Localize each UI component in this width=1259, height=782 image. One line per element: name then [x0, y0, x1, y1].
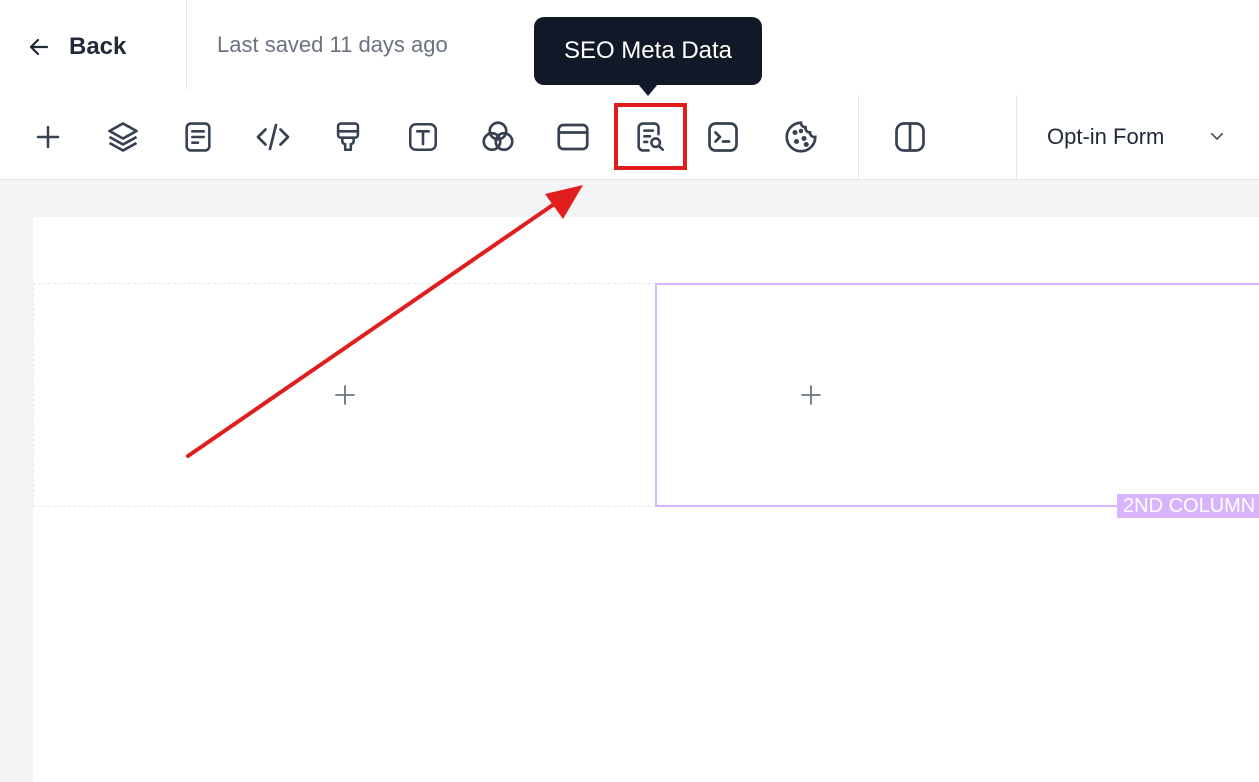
plus-icon[interactable] — [333, 383, 357, 407]
code-icon — [255, 119, 291, 155]
cookies-button[interactable] — [773, 109, 829, 165]
terminal-icon — [705, 119, 741, 155]
scripts-button[interactable] — [695, 109, 751, 165]
page-settings-button[interactable] — [170, 109, 226, 165]
color-circles-icon — [480, 119, 516, 155]
toolbar-divider — [858, 95, 859, 180]
back-label: Back — [69, 33, 127, 60]
header-divider — [186, 0, 187, 90]
layout-button[interactable] — [545, 109, 601, 165]
arrow-left-icon — [27, 35, 51, 59]
chevron-down-icon — [1208, 127, 1226, 150]
last-saved-status: Last saved 11 days ago — [217, 32, 448, 57]
column-1[interactable] — [33, 283, 656, 507]
window-icon — [555, 119, 591, 155]
text-icon — [406, 120, 440, 154]
column-2[interactable] — [655, 283, 1259, 507]
split-view-icon — [892, 119, 928, 155]
add-element-button[interactable] — [20, 109, 76, 165]
document-icon — [181, 120, 215, 154]
seo-meta-data-tooltip: SEO Meta Data — [534, 17, 762, 85]
cookie-icon — [783, 119, 819, 155]
plus-icon[interactable] — [799, 383, 823, 407]
layers-icon — [105, 119, 141, 155]
document-search-icon — [633, 120, 667, 154]
typography-button[interactable] — [395, 109, 451, 165]
custom-code-button[interactable] — [245, 109, 301, 165]
column-badge: 2ND COLUMN — [1117, 494, 1259, 518]
preview-split-button[interactable] — [882, 109, 938, 165]
layers-button[interactable] — [95, 109, 151, 165]
page-type-dropdown[interactable]: Opt-in Form — [1030, 112, 1259, 162]
tooltip-pointer — [638, 84, 658, 96]
seo-meta-data-button[interactable] — [622, 109, 678, 165]
back-button[interactable]: Back — [27, 28, 126, 66]
paint-brush-icon — [331, 120, 365, 154]
styles-button[interactable] — [320, 109, 376, 165]
page-type-selected: Opt-in Form — [1047, 124, 1165, 149]
colors-button[interactable] — [470, 109, 526, 165]
plus-icon — [33, 122, 63, 152]
toolbar-divider-2 — [1016, 95, 1017, 180]
